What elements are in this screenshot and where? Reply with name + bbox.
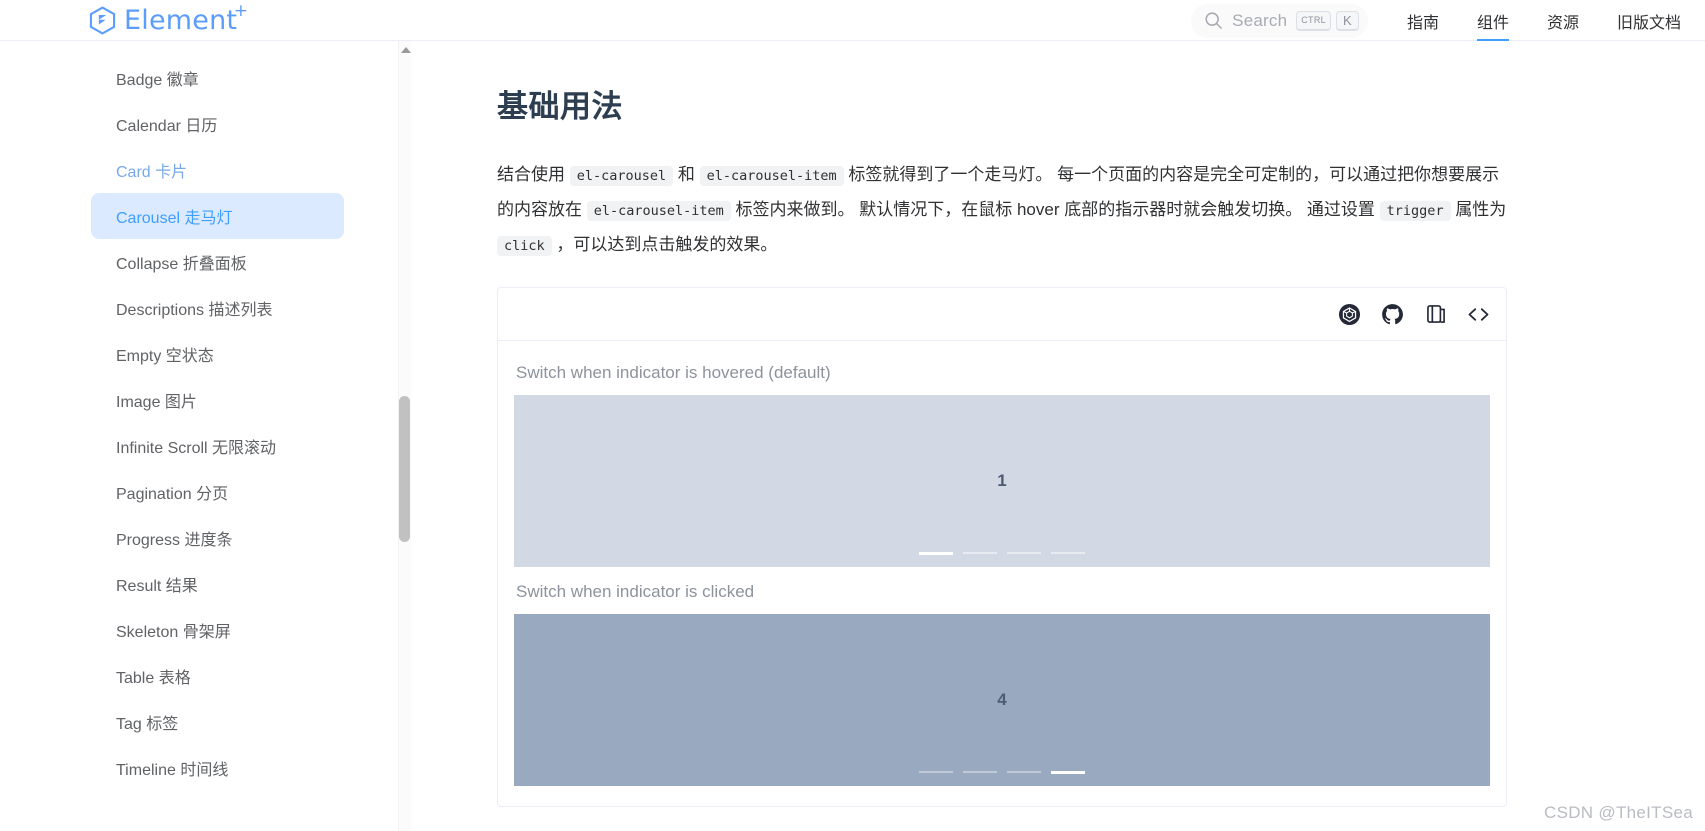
demo-card: Switch when indicator is hovered (defaul…: [497, 287, 1507, 807]
scroll-up-arrow-icon[interactable]: [401, 47, 411, 53]
header-right-group: Search CTRL K 指南 组件 资源 旧版文档: [1191, 0, 1705, 41]
main-navigation: 指南 组件 资源 旧版文档: [1388, 0, 1705, 41]
desc-text-5: 属性为: [1455, 200, 1507, 219]
indicator-4[interactable]: [1051, 771, 1085, 774]
nav-item-legacy-docs[interactable]: 旧版文档: [1598, 0, 1705, 41]
nav-item-components[interactable]: 组件: [1458, 0, 1528, 41]
search-placeholder: Search: [1232, 10, 1288, 30]
brand-name: Element +: [124, 1, 249, 36]
sidebar-item-badge[interactable]: Badge 徽章: [91, 55, 344, 101]
sidebar-item-result[interactable]: Result 结果: [91, 561, 344, 607]
sidebar-item-empty[interactable]: Empty 空状态: [91, 331, 344, 377]
github-icon[interactable]: [1381, 303, 1404, 326]
sidebar-item-collapse[interactable]: Collapse 折叠面板: [91, 239, 344, 285]
indicator-1[interactable]: [919, 771, 953, 773]
sidebar-item-card[interactable]: Card 卡片: [91, 147, 344, 193]
indicator-1[interactable]: [919, 552, 953, 555]
search-icon: [1204, 11, 1223, 30]
carousel-slide: 1: [514, 395, 1490, 567]
carousel-slide: 4: [514, 614, 1490, 786]
sidebar-scrollbar-thumb[interactable]: [399, 396, 410, 542]
nav-item-resources[interactable]: 资源: [1528, 0, 1598, 41]
watermark: CSDN @TheITSea: [1544, 803, 1693, 822]
desc-text-4: 标签内来做到。 默认情况下，在鼠标 hover 底部的指示器时就会触发切换。 通…: [735, 200, 1375, 219]
carousel-hover-indicators: [514, 552, 1490, 555]
carousel-hover[interactable]: 1: [514, 395, 1490, 567]
sidebar-item-carousel[interactable]: Carousel 走马灯: [91, 193, 344, 239]
indicator-3[interactable]: [1007, 552, 1041, 554]
nav-item-guide[interactable]: 指南: [1388, 0, 1458, 41]
sidebar-item-descriptions[interactable]: Descriptions 描述列表: [91, 285, 344, 331]
code-el-carousel-item: el-carousel-item: [699, 166, 844, 186]
desc-text-2: 和: [677, 165, 695, 184]
sidebar: Badge 徽章 Calendar 日历 Card 卡片 Carousel 走马…: [0, 41, 410, 831]
carousel-click-label: Switch when indicator is clicked: [516, 582, 755, 601]
sidebar-item-pagination[interactable]: Pagination 分页: [91, 469, 344, 515]
indicator-4[interactable]: [1051, 552, 1085, 554]
sidebar-list: Badge 徽章 Calendar 日历 Card 卡片 Carousel 走马…: [0, 41, 409, 791]
kbd-ctrl: CTRL: [1296, 10, 1331, 31]
search-input[interactable]: Search CTRL K: [1191, 3, 1368, 38]
sidebar-item-progress[interactable]: Progress 进度条: [91, 515, 344, 561]
code-el-carousel: el-carousel: [569, 166, 674, 186]
demo-body: Switch when indicator is hovered (defaul…: [498, 341, 1506, 806]
code-el-carousel-item-2: el-carousel-item: [586, 201, 731, 221]
indicator-2[interactable]: [963, 552, 997, 554]
sidebar-item-table[interactable]: Table 表格: [91, 653, 344, 699]
carousel-click[interactable]: 4: [514, 614, 1490, 786]
sidebar-item-infinite-scroll[interactable]: Infinite Scroll 无限滚动: [91, 423, 344, 469]
code-brackets-icon[interactable]: [1467, 303, 1490, 326]
indicator-3[interactable]: [1007, 771, 1041, 773]
sidebar-item-calendar[interactable]: Calendar 日历: [91, 101, 344, 147]
carousel-hover-label: Switch when indicator is hovered (defaul…: [516, 363, 831, 382]
indicator-2[interactable]: [963, 771, 997, 773]
desc-text-1: 结合使用: [497, 165, 565, 184]
element-plus-logo-icon: [89, 6, 116, 35]
brand-superscript: +: [233, 1, 249, 21]
kbd-k: K: [1335, 10, 1359, 31]
main-content: 基础用法 结合使用 el-carousel 和 el-carousel-item…: [411, 41, 1705, 831]
sidebar-item-skeleton[interactable]: Skeleton 骨架屏: [91, 607, 344, 653]
sidebar-item-tag[interactable]: Tag 标签: [91, 699, 344, 745]
carousel-click-indicators: [514, 771, 1490, 774]
sidebar-item-timeline[interactable]: Timeline 时间线: [91, 745, 344, 791]
description-paragraph: 结合使用 el-carousel 和 el-carousel-item 标签就得…: [497, 158, 1507, 263]
site-header: Element + Search CTRL K 指南 组件 资源 旧版文档: [0, 0, 1705, 41]
desc-text-6: ，可以达到点击触发的效果。: [556, 235, 778, 254]
code-trigger: trigger: [1379, 201, 1451, 221]
codesandbox-icon[interactable]: [1338, 303, 1361, 326]
code-click: click: [497, 236, 552, 256]
sidebar-item-image[interactable]: Image 图片: [91, 377, 344, 423]
search-shortcut: CTRL K: [1296, 10, 1359, 31]
copy-icon[interactable]: [1424, 303, 1447, 326]
brand-logo-link[interactable]: Element +: [89, 0, 249, 41]
demo-toolbar: [498, 288, 1506, 341]
page-title: 基础用法: [497, 89, 623, 124]
